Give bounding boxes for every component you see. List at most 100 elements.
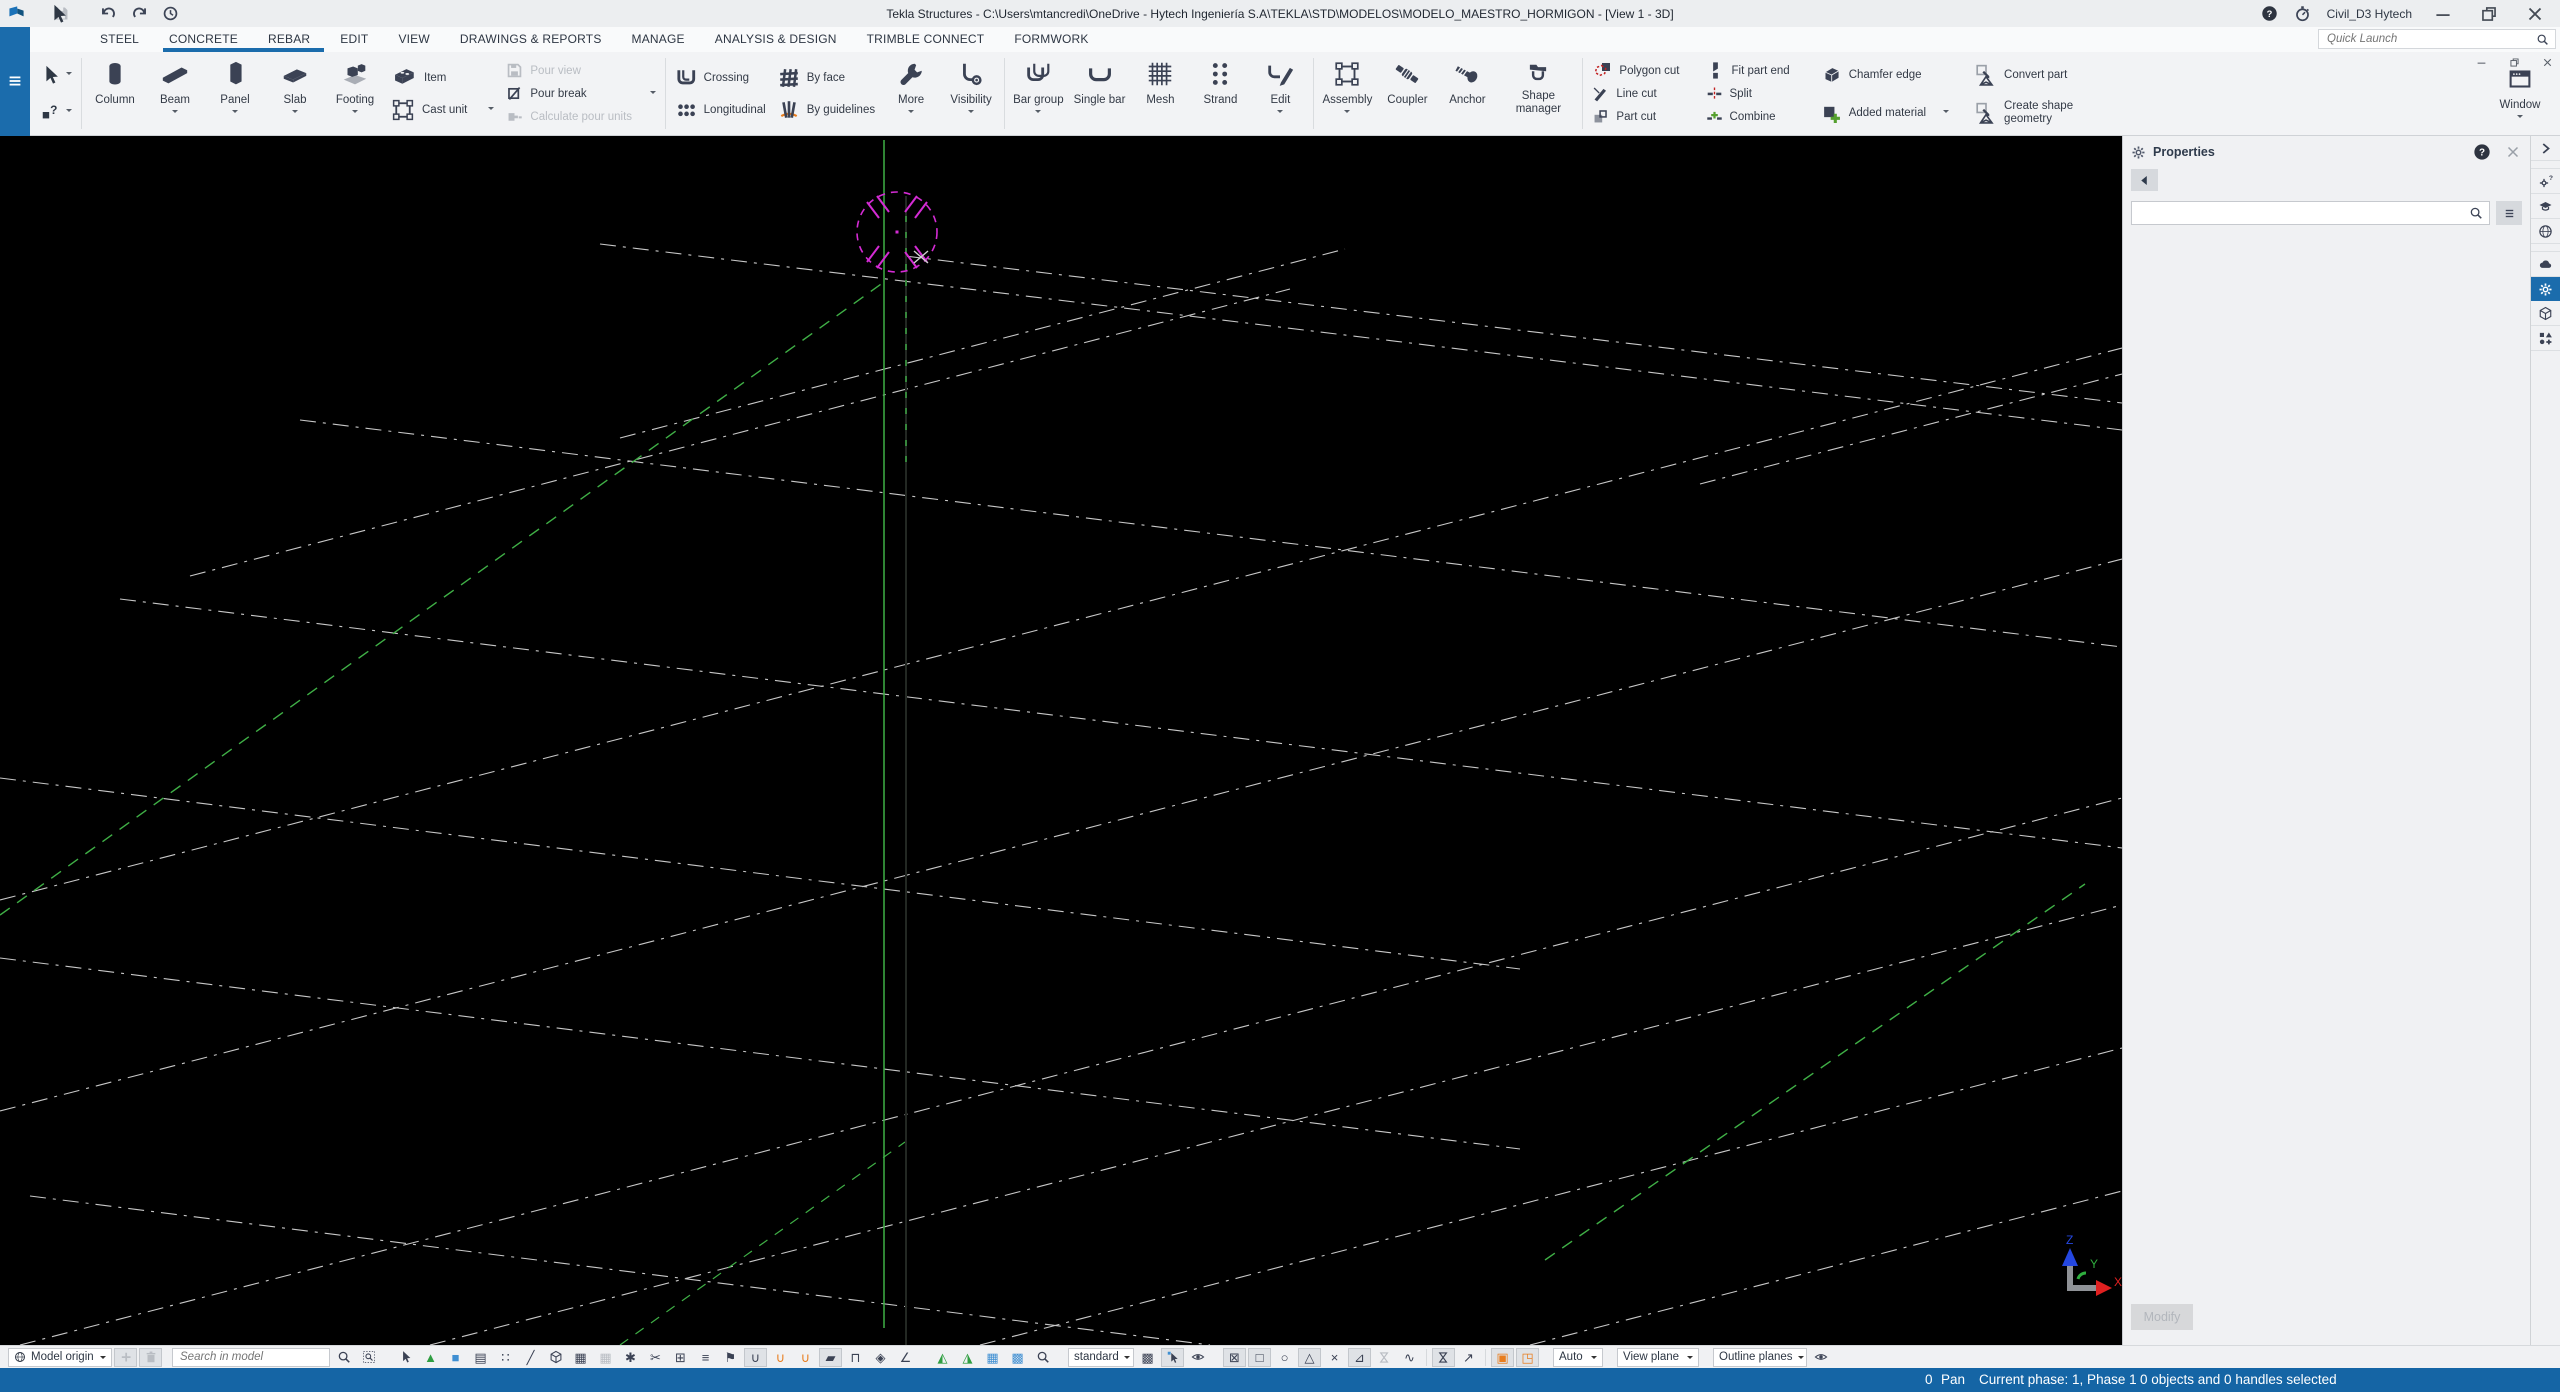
zoom-selected-button[interactable]	[1031, 1348, 1054, 1367]
advanced-search-button[interactable]	[357, 1348, 380, 1367]
select-points-switch[interactable]: ∷	[494, 1348, 517, 1367]
select-components-switch[interactable]: ▲	[419, 1348, 442, 1367]
more-button[interactable]: More	[881, 52, 941, 135]
pour-break-button[interactable]: Pour break	[506, 83, 656, 104]
calculate-pour-units-button[interactable]: Calculate pour units	[506, 106, 655, 127]
drag-and-drop-button[interactable]: ◭	[931, 1348, 954, 1367]
pour-view-button[interactable]: Pour view	[506, 60, 655, 81]
properties-pane-button[interactable]	[2531, 277, 2560, 301]
by-face-button[interactable]: By face	[778, 63, 875, 93]
snap-perpendicular-toggle[interactable]: ⊿	[1348, 1347, 1371, 1367]
split-button[interactable]: Split	[1706, 83, 1790, 104]
properties-help-icon[interactable]: ?	[2473, 143, 2491, 161]
crossing-button[interactable]: Crossing	[675, 63, 766, 93]
item-button[interactable]: Item	[391, 63, 494, 93]
delete-origin-button[interactable]	[139, 1347, 162, 1367]
snap-free-toggle[interactable]: ↗	[1457, 1348, 1480, 1367]
snap-points-on-line-toggle[interactable]: ⋈	[1432, 1347, 1455, 1367]
select-rebar-sets-switch[interactable]: ∪	[744, 1347, 767, 1367]
work-plane-dropdown[interactable]: View plane	[1617, 1347, 1699, 1367]
model-origin-dropdown[interactable]: Model origin	[8, 1347, 112, 1367]
edit-rebar-button[interactable]: Edit	[1250, 52, 1310, 135]
select-all-switch[interactable]	[394, 1348, 417, 1367]
convert-part-button[interactable]: Convert part	[1975, 60, 2082, 90]
tab-drawings-reports[interactable]: DRAWINGS & REPORTS	[460, 28, 602, 52]
snap-grid-toggle[interactable]: ▩	[1136, 1348, 1159, 1367]
shapes-catalog-button[interactable]	[2531, 326, 2560, 351]
assembly-button[interactable]: Assembly	[1317, 52, 1377, 135]
by-guidelines-button[interactable]: By guidelines	[778, 95, 875, 125]
snap-cursor-toggle[interactable]	[1161, 1347, 1184, 1367]
select-cuts-switch[interactable]: ✂	[644, 1348, 667, 1367]
select-welds-switch[interactable]: ✱	[619, 1348, 642, 1367]
minimize-button[interactable]	[2428, 3, 2458, 25]
tab-view[interactable]: VIEW	[398, 28, 429, 52]
added-material-button[interactable]: Added material	[1820, 98, 1950, 128]
mesh-button[interactable]: Mesh	[1130, 52, 1190, 135]
select-switch-tool[interactable]: ?	[40, 101, 72, 123]
shape-manager-button[interactable]: Shape manager	[1497, 52, 1579, 135]
learning-button[interactable]	[2531, 194, 2560, 219]
select-fittings-switch[interactable]: ≡	[694, 1348, 717, 1367]
add-origin-button[interactable]	[114, 1347, 137, 1367]
snap-auto-dropdown[interactable]: Auto	[1553, 1347, 1603, 1367]
slab-button[interactable]: Slab	[265, 52, 325, 135]
modify-button[interactable]: Modify	[2131, 1304, 2193, 1330]
tab-rebar[interactable]: REBAR	[268, 28, 310, 52]
panel-button[interactable]: Panel	[205, 52, 265, 135]
support-tool-button[interactable]: ?	[2531, 169, 2560, 194]
snap-nearest-points-toggle[interactable]: ○	[1273, 1348, 1296, 1367]
quick-launch-box[interactable]	[2318, 29, 2556, 49]
select-surfaces-switch[interactable]: ▤	[469, 1348, 492, 1367]
cast-unit-button[interactable]: Cast unit	[391, 95, 495, 125]
model-search-box[interactable]	[172, 1347, 330, 1367]
model-search-button[interactable]	[332, 1348, 355, 1367]
select-single-rebars-switch[interactable]: ∪	[794, 1348, 817, 1367]
restore-button[interactable]	[2474, 3, 2504, 25]
coupler-button[interactable]: Coupler	[1377, 52, 1437, 135]
selection-filter-dropdown[interactable]: standard	[1068, 1347, 1134, 1367]
select-pour-objects-switch[interactable]: ▰	[819, 1347, 842, 1367]
relative-snap-toggle[interactable]: ◳	[1516, 1347, 1539, 1367]
tab-concrete[interactable]: CONCRETE	[169, 28, 238, 52]
view-close-icon[interactable]	[2541, 56, 2554, 69]
smart-select-button[interactable]: ◮	[956, 1348, 979, 1367]
snap-intersections-toggle[interactable]: ×	[1323, 1348, 1346, 1367]
column-button[interactable]: Column	[85, 52, 145, 135]
select-switch-caret[interactable]	[66, 109, 72, 115]
single-bar-button[interactable]: Single bar	[1069, 52, 1131, 135]
select-views-switch[interactable]: ⊞	[669, 1348, 692, 1367]
tab-analysis-design[interactable]: ANALYSIS & DESIGN	[715, 28, 837, 52]
tab-formwork[interactable]: FORMWORK	[1014, 28, 1088, 52]
trimble-connect-button[interactable]	[2531, 252, 2560, 277]
snap-any-position-toggle[interactable]: △	[1298, 1347, 1321, 1367]
outline-planes-dropdown[interactable]: Outline planes	[1713, 1347, 1807, 1367]
account-name[interactable]: Civil_D3 Hytech	[2327, 7, 2412, 21]
snap-reference-points-toggle[interactable]: ⊠	[1223, 1347, 1246, 1367]
planes-visibility-toggle[interactable]	[1809, 1348, 1832, 1367]
components-catalog-button[interactable]	[2531, 301, 2560, 326]
select-grid-lines-switch[interactable]: ▦	[594, 1348, 617, 1367]
snap-geometry-points-toggle[interactable]: □	[1248, 1347, 1271, 1367]
properties-close-icon[interactable]	[2504, 143, 2522, 161]
properties-back-button[interactable]	[2131, 169, 2158, 191]
snap-visibility-toggle[interactable]	[1186, 1348, 1209, 1367]
combine-button[interactable]: Combine	[1706, 106, 1790, 127]
strand-button[interactable]: Strand	[1190, 52, 1250, 135]
bar-group-button[interactable]: Bar group	[1008, 52, 1069, 135]
select-edges-switch[interactable]: ◈	[869, 1348, 892, 1367]
cast-unit-caret[interactable]	[488, 106, 495, 113]
hamburger-menu-icon[interactable]	[6, 72, 24, 90]
tekla-online-button[interactable]	[2531, 219, 2560, 244]
anchor-button[interactable]: Anchor	[1437, 52, 1497, 135]
select-filter-blocks-button[interactable]: ▩	[1006, 1348, 1029, 1367]
snap-extension-toggle[interactable]: ⋈	[1373, 1348, 1396, 1367]
select-polylines-switch[interactable]: ∠	[894, 1348, 917, 1367]
quick-launch-input[interactable]	[2325, 32, 2536, 46]
tab-steel[interactable]: STEEL	[100, 28, 139, 52]
fit-part-end-button[interactable]: Fit part end	[1706, 60, 1790, 81]
footing-button[interactable]: Footing	[325, 52, 385, 135]
trial-timer-icon[interactable]	[2294, 5, 2311, 22]
beam-button[interactable]: Beam	[145, 52, 205, 135]
select-solids-switch[interactable]	[544, 1348, 567, 1367]
